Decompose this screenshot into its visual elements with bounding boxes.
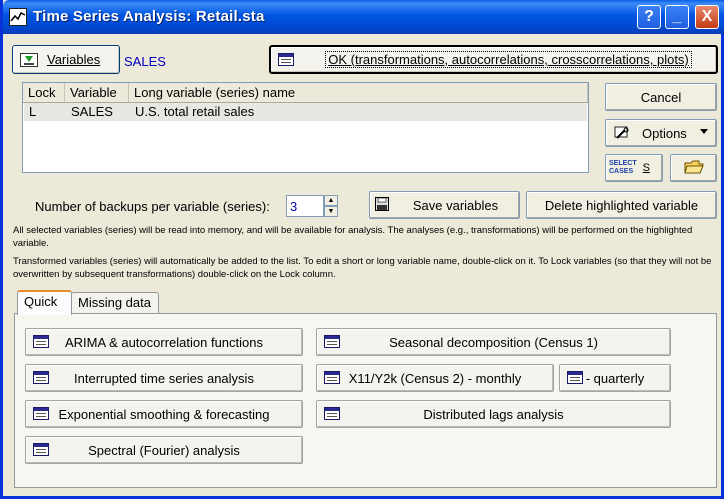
x11-monthly-icon xyxy=(324,371,340,384)
open-folder-button[interactable] xyxy=(670,154,717,182)
interrupted-label: Interrupted time series analysis xyxy=(74,370,254,386)
distributed-icon xyxy=(324,407,340,420)
header-variable[interactable]: Variable xyxy=(65,83,129,102)
options-icon xyxy=(614,126,630,141)
minimize-icon: _ xyxy=(672,8,682,25)
select-cases-icon: SELECT CASES xyxy=(609,160,637,176)
backups-spinner[interactable]: ▲ ▼ xyxy=(324,195,338,217)
x11-quarterly-icon xyxy=(567,371,583,384)
backups-input[interactable] xyxy=(286,195,324,217)
spin-up-icon[interactable]: ▲ xyxy=(324,195,338,206)
list-header: Lock Variable Long variable (series) nam… xyxy=(23,83,588,103)
seasonal-icon xyxy=(324,335,340,348)
cancel-button[interactable]: Cancel xyxy=(605,83,717,111)
quick-tab-panel: ARIMA & autocorrelation functions Interr… xyxy=(14,313,717,488)
dialog-window: Time Series Analysis: Retail.sta ? _ X V… xyxy=(0,0,724,499)
selected-variable-text: SALES xyxy=(124,54,166,69)
ok-button[interactable]: OK (transformations, autocorrelations, c… xyxy=(269,45,718,74)
delete-highlighted-label: Delete highlighted variable xyxy=(544,197,699,213)
distributed-lags-button[interactable]: Distributed lags analysis xyxy=(316,400,671,428)
variables-button[interactable]: Variables xyxy=(12,45,120,74)
x11-monthly-button[interactable]: X11/Y2k (Census 2) - monthly xyxy=(316,364,554,392)
close-icon: X xyxy=(701,8,713,25)
delete-highlighted-button[interactable]: Delete highlighted variable xyxy=(526,191,717,219)
seasonal-label: Seasonal decomposition (Census 1) xyxy=(389,334,598,350)
save-variables-label: Save variables xyxy=(412,197,499,213)
cell-lock: L xyxy=(29,104,37,119)
arima-icon xyxy=(33,335,49,348)
interrupted-time-series-button[interactable]: Interrupted time series analysis xyxy=(25,364,303,392)
close-button[interactable]: X xyxy=(695,5,719,29)
spin-down-icon[interactable]: ▼ xyxy=(324,206,338,217)
x11-quarterly-label: - quarterly xyxy=(585,370,645,386)
exponential-smoothing-button[interactable]: Exponential smoothing & forecasting xyxy=(25,400,303,428)
select-cases-icon-text-2: CASES xyxy=(609,168,634,175)
save-icon xyxy=(375,197,389,211)
distributed-label: Distributed lags analysis xyxy=(423,406,564,422)
window-title: Time Series Analysis: Retail.sta xyxy=(33,8,265,25)
cancel-label: Cancel xyxy=(640,89,682,105)
variables-list[interactable]: Lock Variable Long variable (series) nam… xyxy=(22,82,589,173)
options-label: Options xyxy=(642,125,687,141)
x11-monthly-label: X11/Y2k (Census 2) - monthly xyxy=(348,370,522,386)
x11-quarterly-button[interactable]: - quarterly xyxy=(559,364,671,392)
interrupted-icon xyxy=(33,371,49,384)
exponential-icon xyxy=(33,407,49,420)
header-lock[interactable]: Lock xyxy=(23,83,65,102)
header-long-name[interactable]: Long variable (series) name xyxy=(129,83,588,102)
seasonal-decomposition-button[interactable]: Seasonal decomposition (Census 1) xyxy=(316,328,671,356)
tab-quick[interactable]: Quick xyxy=(17,290,72,315)
save-variables-button[interactable]: Save variables xyxy=(369,191,520,219)
options-button[interactable]: Options xyxy=(605,119,717,147)
cell-variable: SALES xyxy=(71,104,113,119)
help-button[interactable]: ? xyxy=(637,5,661,29)
exponential-label: Exponential smoothing & forecasting xyxy=(58,406,270,422)
spectral-label: Spectral (Fourier) analysis xyxy=(88,442,240,458)
tab-missing-data[interactable]: Missing data xyxy=(71,292,159,314)
info-text-2: Transformed variables (series) will auto… xyxy=(13,256,712,280)
variables-label: Variables xyxy=(47,52,101,67)
spectral-analysis-button[interactable]: Spectral (Fourier) analysis xyxy=(25,436,303,464)
ok-icon xyxy=(278,52,294,66)
variables-icon xyxy=(20,53,38,67)
select-cases-button[interactable]: SELECT CASES S xyxy=(605,154,663,182)
arima-label: ARIMA & autocorrelation functions xyxy=(65,334,263,350)
select-cases-label: S xyxy=(642,162,650,174)
minimize-button[interactable]: _ xyxy=(665,5,689,29)
folder-icon xyxy=(683,159,704,178)
arima-button[interactable]: ARIMA & autocorrelation functions xyxy=(25,328,303,356)
info-text-1: All selected variables (series) will be … xyxy=(13,225,693,249)
app-chart-icon xyxy=(9,8,27,26)
spectral-icon xyxy=(33,443,49,456)
backups-label: Number of backups per variable (series): xyxy=(35,199,270,214)
title-bar[interactable]: Time Series Analysis: Retail.sta ? _ X xyxy=(3,0,724,34)
dropdown-arrow-icon xyxy=(700,129,708,134)
help-icon: ? xyxy=(644,8,654,25)
ok-label: OK (transformations, autocorrelations, c… xyxy=(325,51,692,68)
cell-long-name: U.S. total retail sales xyxy=(135,104,255,119)
select-cases-icon-text-1: SELECT xyxy=(609,160,637,167)
table-row[interactable]: L SALES U.S. total retail sales xyxy=(24,103,587,121)
